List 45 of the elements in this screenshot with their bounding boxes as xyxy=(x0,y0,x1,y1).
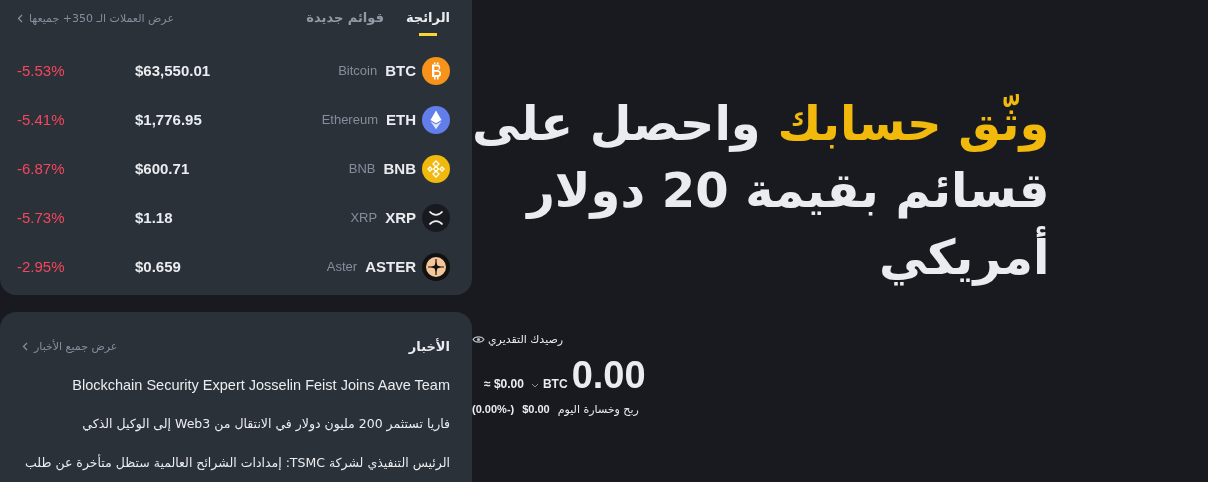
coin-name: Ethereum xyxy=(321,112,378,127)
coin-price: $1.18 xyxy=(135,209,174,226)
coin-price: $63,550.01 xyxy=(135,62,212,79)
coin-icon xyxy=(422,252,450,281)
coin-price: $1,776.95 xyxy=(135,111,203,128)
coin-symbol: BNB xyxy=(383,160,416,177)
pnl-label: ربح وخسارة اليوم xyxy=(557,403,639,416)
tab[interactable]: الرائجة xyxy=(406,10,450,36)
coin-price: $0.659 xyxy=(135,258,182,275)
pnl-change: (-0.00%) xyxy=(472,403,515,416)
price-change: -6.87% xyxy=(17,160,66,177)
coin-price: $600.71 xyxy=(135,160,191,177)
chevron-icon xyxy=(17,14,23,23)
coin-icon xyxy=(422,154,450,183)
view-all-link[interactable]: عرض جميع الأخبار xyxy=(22,339,118,353)
balance-label: رصيدك التقديري xyxy=(488,333,564,346)
coin-name: Bitcoin xyxy=(338,63,378,78)
tab[interactable]: قوائم جديدة xyxy=(306,10,384,36)
price-change: -5.53% xyxy=(17,62,66,79)
news-headline[interactable]: Blockchain Security Expert Josselin Feist Joins Aave Team xyxy=(22,376,450,415)
balance-usd: ≈ $0.00 xyxy=(484,377,524,391)
coin-symbol: ASTER xyxy=(365,258,416,275)
coin-symbol: XRP xyxy=(385,209,416,226)
chevron-icon xyxy=(22,341,28,351)
news-headline[interactable]: فاريا تستثمر 200 مليون دولار في الانتقال من Web3 إلى الوكيل الذكي xyxy=(22,415,450,454)
coin-icon xyxy=(422,203,450,232)
coin-name: BNB xyxy=(348,161,376,176)
price-change: -5.73% xyxy=(17,209,66,226)
coin-icon xyxy=(422,105,450,134)
coin-symbol: BTC xyxy=(385,62,416,79)
price-change: -5.41% xyxy=(17,111,66,128)
section-title: الأخبار xyxy=(408,338,450,354)
balance-amount: 0.00 xyxy=(571,354,646,397)
eye-icon[interactable] xyxy=(472,335,485,344)
coin-name: XRP xyxy=(350,210,378,225)
view-all-link[interactable]: عرض العملات الـ 350+ جميعها xyxy=(17,12,174,25)
currency-selector[interactable]: BTC xyxy=(542,377,568,391)
price-change: -2.95% xyxy=(17,258,66,275)
coin-icon xyxy=(422,56,450,85)
news-headline[interactable]: الرئيس التنفيذي لشركة TSMC: إمدادات الشرائح العالمية ستظل متأخرة عن طلب xyxy=(22,454,450,482)
promo-headline: وثّق حسابك واحصل على قسائم بقيمة 20 دولار أمريكي xyxy=(472,93,1050,288)
pnl-value: $0.00 xyxy=(522,403,550,416)
caret-icon[interactable] xyxy=(530,383,539,388)
coin-name: Aster xyxy=(326,259,358,274)
coin-symbol: ETH xyxy=(386,111,416,128)
